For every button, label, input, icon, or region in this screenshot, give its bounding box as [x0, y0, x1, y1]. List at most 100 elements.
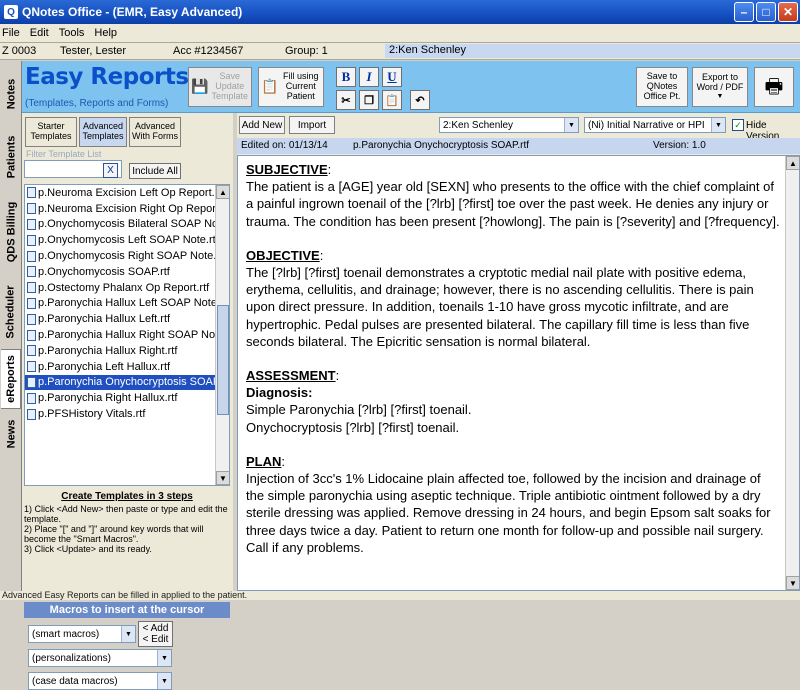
template-list-item[interactable]: p.Ostectomy Phalanx Op Report.rtf [25, 280, 229, 296]
document-icon [27, 361, 36, 373]
chevron-down-icon: ▼ [711, 118, 725, 132]
step-3: 3) Click <Update> and its ready. [24, 544, 152, 554]
minimize-button[interactable]: – [734, 2, 754, 22]
tab-starter-templates[interactable]: Starter Templates [25, 117, 77, 147]
patient-name: Tester, Lester [60, 45, 127, 57]
document-scrollbar[interactable]: ▲ ▼ [785, 156, 799, 590]
chevron-down-icon: ▼ [121, 626, 135, 642]
undo-icon[interactable]: ↶ [410, 90, 430, 110]
cut-icon[interactable]: ✂ [336, 90, 356, 110]
side-tab-notes[interactable]: Notes [1, 64, 21, 124]
maximize-button[interactable]: □ [756, 2, 776, 22]
side-tab-scheduler[interactable]: Scheduler [1, 274, 21, 349]
scroll-down-icon[interactable]: ▼ [216, 471, 229, 485]
template-list-item[interactable]: p.Onychomycosis SOAP.rtf [25, 264, 229, 280]
template-list-item[interactable]: p.Paronychia Hallux Left SOAP Note.rtf [25, 296, 229, 312]
easy-reports-header: Easy Reports (Templates, Reports and For… [22, 61, 800, 113]
menu-file[interactable]: File [2, 27, 20, 39]
template-list-item[interactable]: p.Paronychia Left Hallux.rtf [25, 359, 229, 375]
chevron-down-icon: ▼ [157, 673, 171, 689]
bold-button[interactable]: B [336, 67, 356, 87]
document-icon [27, 187, 36, 199]
document-icon [27, 203, 36, 215]
include-all-button[interactable]: Include All [129, 163, 181, 179]
window-title: QNotes Office - (EMR, Easy Advanced) [22, 5, 243, 19]
scroll-down-icon[interactable]: ▼ [786, 576, 799, 590]
scroll-up-icon[interactable]: ▲ [786, 156, 799, 170]
document-icon [27, 329, 36, 341]
window-controls: – □ ✕ [734, 2, 798, 22]
side-tab-news[interactable]: News [1, 409, 21, 459]
side-tab-patients[interactable]: Patients [1, 124, 21, 189]
scroll-up-icon[interactable]: ▲ [216, 185, 229, 199]
subjective-section: SUBJECTIVE: The patient is a [AGE] year … [246, 162, 780, 229]
document-icon [27, 392, 36, 404]
fill-current-patient-button[interactable]: 📋 Fill using Current Patient [258, 67, 324, 107]
template-file-name: p.Paronychia Hallux Left.rtf [38, 313, 171, 326]
side-tab-ereports[interactable]: eReports [1, 349, 21, 409]
template-file-name: p.Paronychia Left Hallux.rtf [38, 360, 171, 373]
template-file-name: p.Onychomycosis Left SOAP Note.rtf [38, 234, 219, 247]
template-list-item[interactable]: p.Paronychia Hallux Right.rtf [25, 343, 229, 359]
save-to-office-button[interactable]: Save to QNotes Office Pt. [636, 67, 688, 107]
version: Version: 1.0 [653, 140, 706, 151]
page-subtitle: (Templates, Reports and Forms) [25, 98, 169, 109]
save-update-template-button[interactable]: 💾 Save Update Template [188, 67, 252, 107]
tab-advanced-templates[interactable]: Advanced Templates [79, 117, 127, 147]
chevron-down-icon: ▼ [716, 93, 724, 101]
section-select[interactable]: (Ni) Initial Narrative or HPI ▼ [584, 117, 726, 133]
patient-group: Group: 1 [285, 45, 328, 57]
scroll-thumb[interactable] [217, 305, 229, 415]
paste-icon[interactable]: 📋 [382, 90, 402, 110]
template-list-item[interactable]: p.Paronychia Onychocryptosis SOAP.rtf [25, 374, 229, 391]
template-list-item[interactable]: p.Paronychia Right Hallux.rtf [25, 390, 229, 406]
template-list-item[interactable]: p.Paronychia Hallux Left.rtf [25, 311, 229, 327]
patient-provider[interactable]: 2:Ken Schenley [385, 44, 800, 58]
document-icon [27, 345, 36, 357]
template-list-item[interactable]: p.Onychomycosis Right SOAP Note.rtf [25, 248, 229, 264]
template-list[interactable]: p.Neuroma Excision Left Op Report.rtf p.N… [24, 184, 230, 486]
underline-button[interactable]: U [382, 67, 402, 87]
personalizations-select[interactable]: (personalizations) ▼ [28, 649, 172, 667]
template-list-item[interactable]: p.Neuroma Excision Left Op Report.rtf [25, 185, 229, 201]
chevron-down-icon: ▼ [564, 118, 578, 132]
template-file-name: p.Onychomycosis SOAP.rtf [38, 265, 170, 278]
document-editor[interactable]: SUBJECTIVE: The patient is a [AGE] year … [237, 155, 800, 591]
objective-section: OBJECTIVE: The [?lrb] [?first] toenail d… [246, 247, 754, 349]
hide-version-checkbox[interactable]: ✓ [732, 119, 744, 131]
patient-account: Acc #1234567 [173, 45, 244, 57]
document-icon [27, 313, 36, 325]
patient-bar: Z 0003 Tester, Lester Acc #1234567 Group… [0, 42, 800, 60]
template-list-item[interactable]: p.Neuroma Excision Right Op Report.rtf [25, 201, 229, 217]
provider-select[interactable]: 2:Ken Schenley ▼ [439, 117, 579, 133]
clear-filter-button[interactable]: X [103, 163, 118, 178]
template-list-item[interactable]: p.Onychomycosis Left SOAP Note.rtf [25, 232, 229, 248]
smart-macros-select[interactable]: (smart macros) ▼ [28, 625, 136, 643]
page-title: Easy Reports [25, 64, 189, 90]
assessment-heading: ASSESSMENT [246, 368, 336, 384]
print-button[interactable]: 🖶 [754, 67, 794, 107]
italic-button[interactable]: I [359, 67, 379, 87]
menu-tools[interactable]: Tools [59, 27, 85, 39]
menu-edit[interactable]: Edit [30, 27, 49, 39]
copy-icon[interactable]: ❐ [359, 90, 379, 110]
plan-heading: PLAN [246, 453, 282, 469]
side-tab-qds-billing[interactable]: QDS Billing [1, 189, 21, 274]
menu-help[interactable]: Help [94, 27, 117, 39]
editor-panel: Add New Import 2:Ken Schenley ▼ (Ni) Init… [237, 113, 800, 591]
template-list-scrollbar[interactable]: ▲ ▼ [215, 185, 229, 485]
document-content[interactable]: SUBJECTIVE: The patient is a [AGE] year … [246, 161, 781, 573]
case-data-macros-select[interactable]: (case data macros) ▼ [28, 672, 172, 690]
template-list-item[interactable]: p.PFSHistory Vitals.rtf [25, 406, 229, 422]
close-button[interactable]: ✕ [778, 2, 798, 22]
export-word-pdf-button[interactable]: Export to Word / PDF ▼ [692, 67, 748, 107]
template-list-item[interactable]: p.Paronychia Hallux Right SOAP Note.r [25, 327, 229, 343]
tab-advanced-with-forms[interactable]: Advanced With Forms [129, 117, 181, 147]
add-new-button[interactable]: Add New [239, 116, 285, 134]
edit-info-bar: Edited on: 01/13/14 p.Paronychia Onychoc… [237, 138, 800, 154]
import-button[interactable]: Import [289, 116, 335, 134]
template-list-item[interactable]: p.Onychomycosis Bilateral SOAP Note. [25, 217, 229, 233]
create-templates-help: Create Templates in 3 steps 1) Click <Ad… [24, 491, 230, 554]
add-edit-macro-button[interactable]: < Add < Edit [138, 621, 173, 647]
document-scroll-track[interactable]: ▲ ▼ [786, 156, 799, 590]
